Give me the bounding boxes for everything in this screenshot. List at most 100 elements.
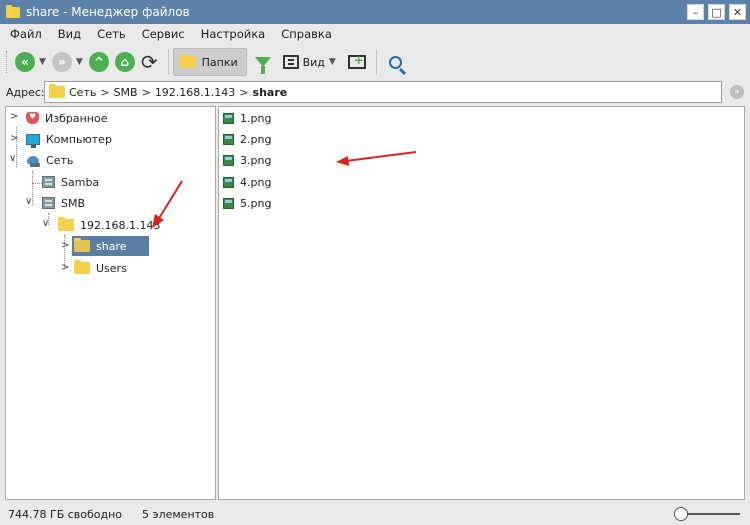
folder-icon [6, 4, 20, 18]
menu-service[interactable]: Сервис [134, 27, 193, 41]
menu-bar: Файл Вид Сеть Сервис Настройка Справка [0, 24, 750, 44]
list-item[interactable]: 2.png [223, 129, 271, 149]
view-chevron-icon[interactable]: ▼ [329, 57, 336, 67]
tree-item-share[interactable]: share [72, 236, 149, 256]
file-name: 5.png [240, 196, 272, 210]
back-icon[interactable]: « [15, 52, 35, 72]
server-icon [42, 197, 55, 209]
go-icon[interactable]: » [730, 85, 744, 99]
tree-item-samba[interactable]: Samba [42, 172, 99, 192]
toolbar: « ▼ » ▼ ^ ⌂ ⟳ Папки Вид ▼ [0, 44, 750, 80]
window-controls: – □ ✕ [687, 4, 746, 20]
breadcrumb-network[interactable]: Сеть [69, 86, 96, 99]
list-item[interactable]: 1.png [223, 108, 271, 128]
tree-line [32, 183, 42, 184]
back-history-chevron-icon[interactable]: ▼ [39, 57, 46, 67]
panel-icon[interactable] [347, 53, 366, 69]
maximize-button[interactable]: □ [708, 4, 725, 20]
annotation-arrow-tree [152, 180, 183, 228]
file-name: 1.png [240, 111, 272, 125]
free-space-text: 744.78 ГБ свободно [8, 507, 123, 521]
collapse-chevron-icon[interactable]: ∨ [9, 153, 16, 164]
menu-network[interactable]: Сеть [89, 27, 134, 41]
tree-item-label: Samba [61, 175, 100, 189]
status-bar: 744.78 ГБ свободно 5 элементов [0, 503, 750, 525]
tree-item-favorites[interactable]: Избранное [26, 108, 107, 128]
address-bar: Адрес: Сеть > SMB > 192.168.1.143 > shar… [0, 80, 750, 104]
menu-file[interactable]: Файл [0, 27, 50, 41]
list-item[interactable]: 4.png [223, 172, 271, 192]
breadcrumb-separator: > [239, 85, 249, 99]
breadcrumb-host[interactable]: 192.168.1.143 [155, 86, 235, 99]
expand-chevron-icon[interactable]: > [10, 133, 18, 144]
favorites-icon [26, 112, 39, 124]
tree-item-computer[interactable]: Компьютер [26, 129, 112, 149]
zoom-slider[interactable] [674, 507, 740, 521]
list-item[interactable]: 5.png [223, 193, 271, 213]
forward-history-chevron-icon[interactable]: ▼ [76, 57, 83, 67]
file-name: 2.png [240, 132, 272, 146]
title-bar: share - Менеджер файлов – □ ✕ [0, 0, 750, 24]
menu-settings[interactable]: Настройка [193, 27, 274, 41]
server-icon [42, 176, 55, 188]
toolbar-grip [6, 51, 9, 73]
expand-chevron-icon[interactable]: > [10, 111, 18, 122]
tree-item-smb[interactable]: SMB [42, 193, 85, 213]
up-icon[interactable]: ^ [88, 52, 109, 72]
list-item[interactable]: 3.png [223, 150, 271, 170]
image-file-icon [223, 197, 234, 209]
menu-help[interactable]: Справка [273, 27, 340, 41]
home-icon[interactable]: ⌂ [114, 52, 135, 72]
folder-icon [74, 260, 90, 274]
tree-item-label: share [96, 239, 127, 253]
view-button[interactable]: Вид [282, 55, 325, 69]
zoom-handle[interactable] [674, 507, 688, 521]
collapse-chevron-icon[interactable]: ∨ [25, 196, 32, 207]
tree-item-label: Избранное [45, 111, 108, 125]
image-file-icon [223, 176, 234, 188]
folder-icon [58, 217, 74, 231]
search-icon[interactable] [388, 55, 402, 69]
expand-chevron-icon[interactable]: > [61, 240, 69, 251]
tree-item-host[interactable]: 192.168.1.143 [58, 215, 160, 235]
tree-item-label: Users [96, 261, 127, 275]
breadcrumb-share[interactable]: share [253, 86, 288, 99]
refresh-icon[interactable]: ⟳ [141, 52, 158, 72]
annotation-arrow-files [336, 151, 417, 166]
folder-icon [179, 54, 196, 68]
folder-icon [74, 238, 90, 252]
address-label: Адрес: [6, 85, 45, 99]
folders-toggle-button[interactable]: Папки [172, 48, 247, 76]
image-file-icon [223, 133, 234, 145]
breadcrumb-separator: > [100, 85, 110, 99]
tree-item-label: SMB [61, 196, 86, 210]
address-field[interactable]: Сеть > SMB > 192.168.1.143 > share [44, 81, 722, 103]
view-label: Вид [302, 55, 325, 69]
view-icon [282, 55, 299, 69]
menu-view[interactable]: Вид [50, 27, 89, 41]
tree-item-users[interactable]: Users [74, 258, 127, 278]
tree-item-network[interactable]: Сеть [26, 150, 73, 170]
file-name: 4.png [240, 175, 272, 189]
close-button[interactable]: ✕ [729, 4, 746, 20]
forward-icon[interactable]: » [51, 52, 72, 72]
image-file-icon [223, 154, 234, 166]
expand-chevron-icon[interactable]: > [61, 262, 69, 273]
folders-label: Папки [201, 55, 238, 69]
breadcrumb-separator: > [141, 85, 151, 99]
minimize-button[interactable]: – [687, 4, 704, 20]
network-icon [26, 154, 40, 167]
collapse-chevron-icon[interactable]: ∨ [42, 218, 49, 229]
folder-icon [49, 84, 65, 98]
filter-icon[interactable] [254, 57, 271, 74]
file-name: 3.png [240, 153, 272, 167]
tree-item-label: Компьютер [46, 132, 112, 146]
image-file-icon [223, 112, 234, 124]
file-list: 1.png 2.png 3.png 4.png 5.png [218, 106, 745, 500]
breadcrumb-smb[interactable]: SMB [114, 86, 138, 99]
window-title: share - Менеджер файлов [26, 5, 190, 19]
folder-tree: > Избранное > Компьютер ∨ Сеть Samba ∨ S… [5, 106, 216, 500]
computer-icon [26, 133, 40, 148]
tree-item-label: Сеть [46, 153, 74, 167]
item-count-text: 5 элементов [142, 507, 215, 521]
